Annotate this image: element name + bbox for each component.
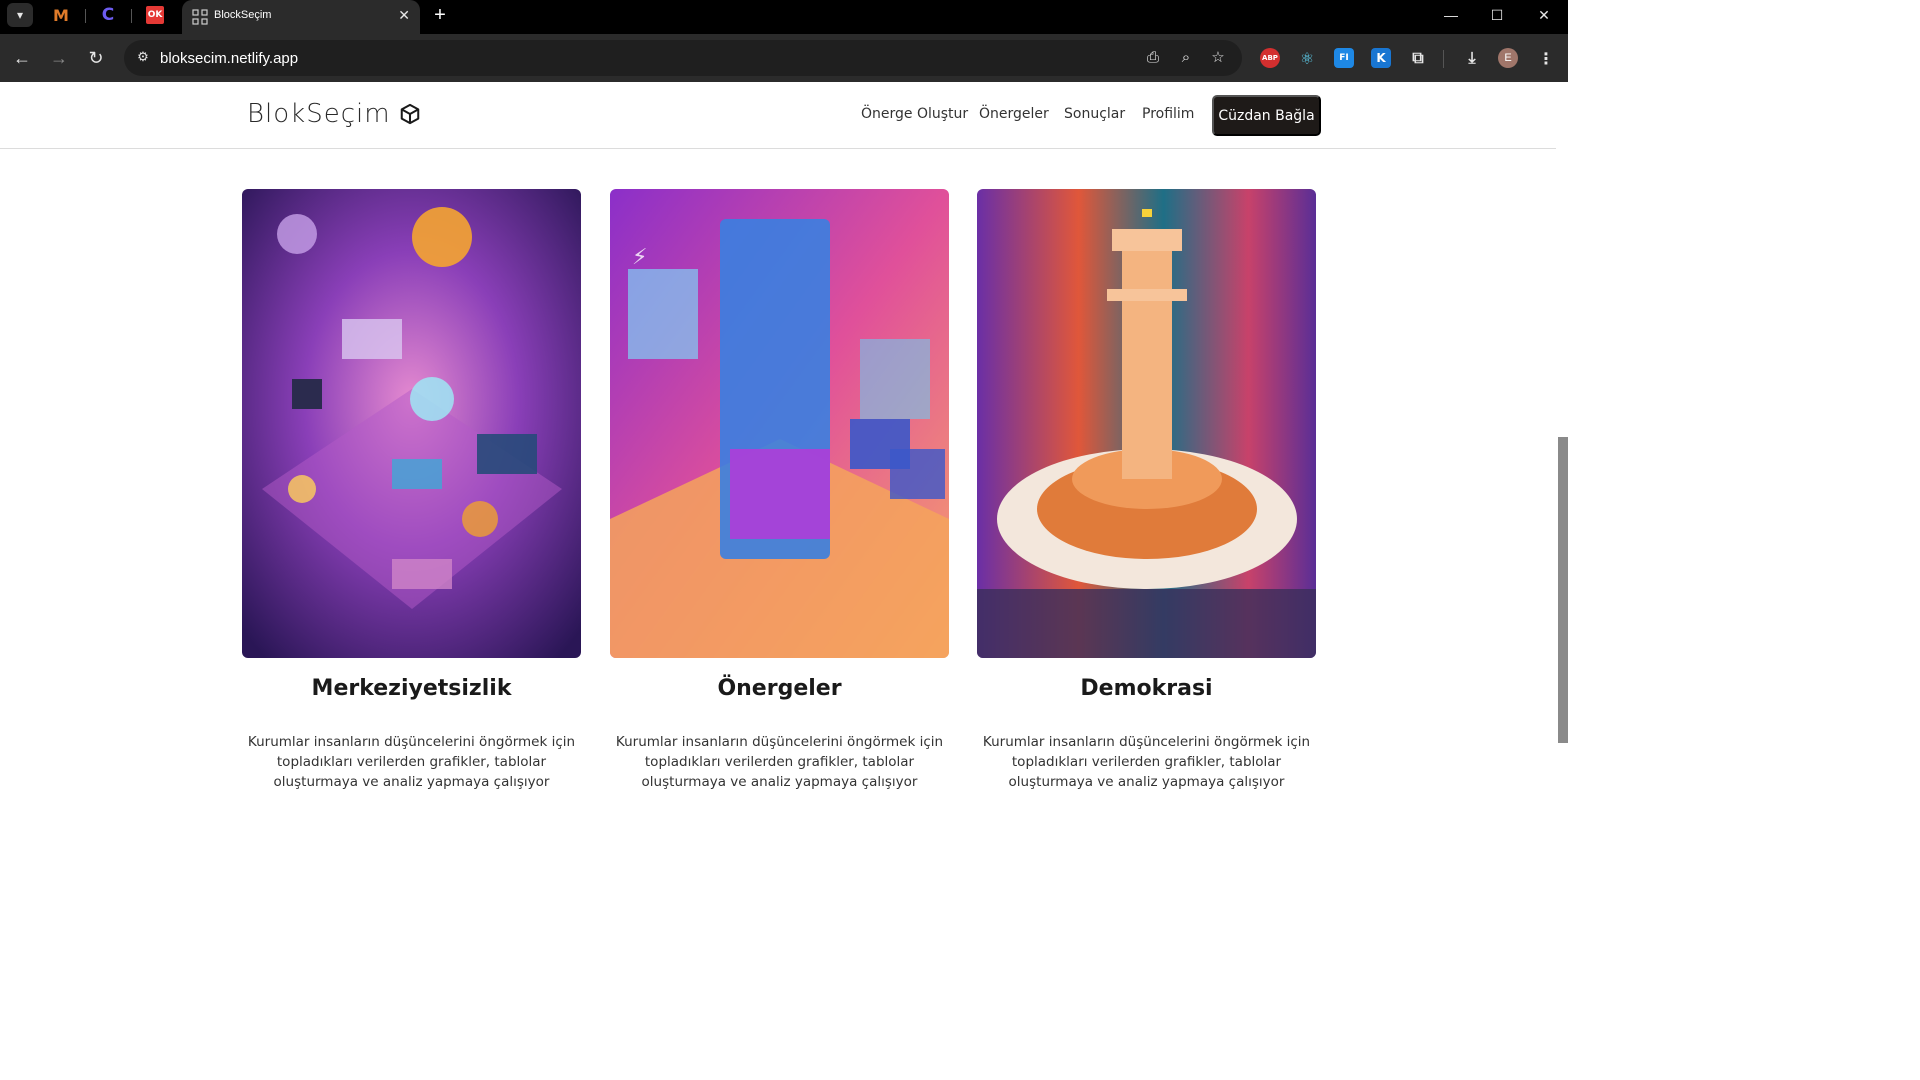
url-text[interactable]: bloksecim.netlify.app: [160, 50, 298, 67]
feature-card: Merkeziyetsizlik Kurumlar insanların düş…: [242, 189, 581, 790]
window-close-icon[interactable]: ✕: [1531, 4, 1557, 26]
pinned-tab-ok-icon[interactable]: OK: [146, 6, 164, 24]
active-tab[interactable]: BlockSeçim ✕: [182, 0, 420, 34]
feature-card: Demokrasi Kurumlar insanların düşünceler…: [977, 189, 1316, 790]
svg-text:⚡: ⚡: [632, 245, 647, 270]
address-bar[interactable]: ⚙ bloksecim.netlify.app ⎙ ⌕ ☆: [124, 40, 1242, 76]
download-icon[interactable]: ⤓: [1462, 48, 1482, 68]
card-image-proposals: ⚡: [610, 189, 949, 658]
site-settings-icon[interactable]: ⚙: [134, 49, 152, 67]
feature-card: ⚡ Önergeler Kurumlar insanların düşüncel…: [610, 189, 949, 790]
maximize-icon[interactable]: ☐: [1484, 4, 1510, 26]
tab-search-chevron-icon[interactable]: ▾: [7, 3, 33, 27]
card-title: Önergeler: [717, 676, 842, 701]
reload-icon[interactable]: ↻: [84, 46, 108, 70]
bookmark-star-icon[interactable]: ☆: [1208, 48, 1228, 68]
card-image-decentralization: [242, 189, 581, 658]
minimize-icon[interactable]: —: [1438, 4, 1464, 26]
react-devtools-extension-icon[interactable]: ⚛: [1297, 48, 1317, 68]
page-content: BlokSeçim Önerge Oluştur Önergeler Sonuç…: [0, 82, 1568, 882]
new-tab-plus-icon[interactable]: +: [429, 4, 451, 26]
pinned-tab-m-icon[interactable]: M: [52, 6, 70, 25]
extensions-puzzle-icon[interactable]: ⧉: [1408, 48, 1428, 68]
connect-wallet-button[interactable]: Cüzdan Bağla: [1212, 95, 1321, 136]
tab-separator: [85, 9, 86, 23]
browser-menu-icon[interactable]: ⋮: [1536, 48, 1556, 68]
card-description: Kurumlar insanların düşüncelerini öngörm…: [982, 734, 1311, 790]
brand-name: BlokSeçim: [247, 99, 391, 129]
nav-profile[interactable]: Profilim: [1142, 106, 1194, 122]
toolbar-separator: [1443, 50, 1444, 68]
nav-proposals[interactable]: Önergeler: [979, 106, 1049, 122]
profile-avatar[interactable]: E: [1498, 48, 1518, 68]
pinned-tab-c-icon[interactable]: C: [99, 5, 117, 25]
adblock-extension-icon[interactable]: ABP: [1260, 48, 1280, 68]
tab-separator: [131, 9, 132, 23]
tab-close-icon[interactable]: ✕: [398, 7, 410, 24]
k-extension-icon[interactable]: K: [1371, 48, 1391, 68]
page-scrollbar[interactable]: [1556, 82, 1568, 882]
back-arrow-icon[interactable]: ←: [10, 46, 34, 70]
card-image-democracy: [977, 189, 1316, 658]
zoom-icon[interactable]: ⌕: [1176, 48, 1196, 68]
site-header: BlokSeçim Önerge Oluştur Önergeler Sonuç…: [0, 82, 1556, 149]
browser-tab-bar: ▾ M C OK BlockSeçim ✕ + — ☐ ✕: [0, 0, 1568, 34]
card-description: Kurumlar insanların düşüncelerini öngörm…: [247, 734, 576, 790]
nav-create-proposal[interactable]: Önerge Oluştur: [861, 106, 968, 122]
browser-toolbar: ← → ↻ ⚙ bloksecim.netlify.app ⎙ ⌕ ☆ ABP …: [0, 34, 1568, 82]
card-title: Merkeziyetsizlik: [311, 676, 512, 701]
tab-favicon-icon: [192, 9, 208, 25]
cube-icon: [400, 103, 419, 125]
forward-arrow-icon[interactable]: →: [47, 46, 71, 70]
active-tab-title: BlockSeçim: [214, 9, 272, 21]
site-logo[interactable]: BlokSeçim: [247, 99, 421, 129]
fi-extension-icon[interactable]: FI: [1334, 48, 1354, 68]
card-title: Demokrasi: [1080, 676, 1213, 701]
nav-results[interactable]: Sonuçlar: [1064, 106, 1125, 122]
card-description: Kurumlar insanların düşüncelerini öngörm…: [615, 734, 944, 790]
install-app-icon[interactable]: ⎙: [1143, 48, 1163, 68]
scrollbar-thumb[interactable]: [1558, 437, 1568, 743]
